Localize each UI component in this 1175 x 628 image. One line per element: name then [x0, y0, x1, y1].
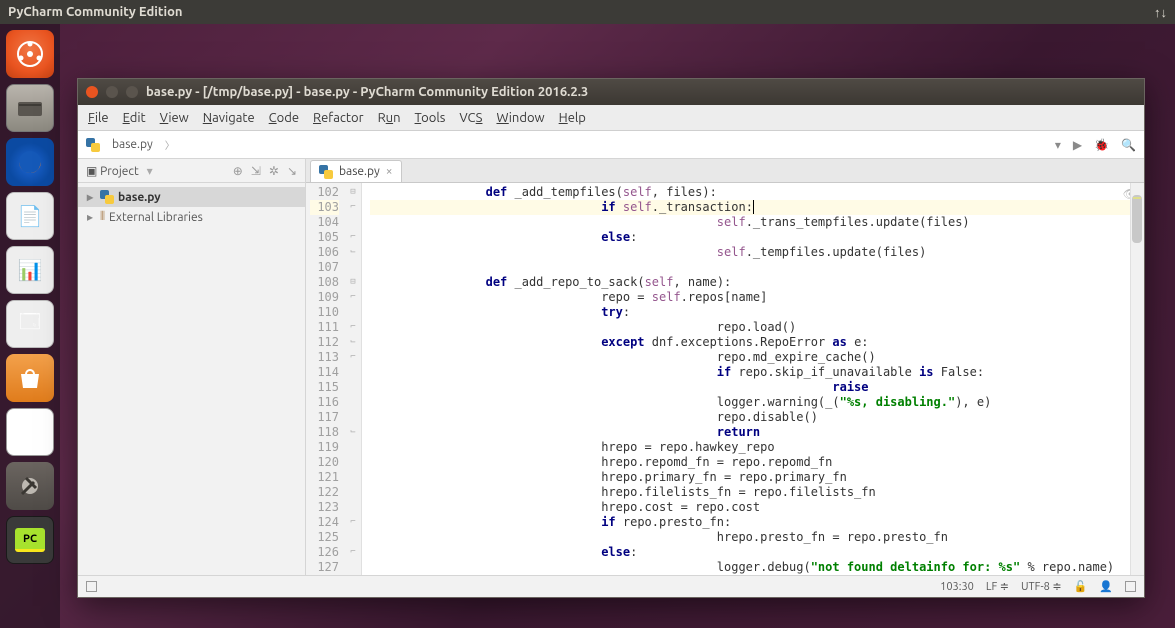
menu-code[interactable]: Code	[269, 111, 299, 125]
search-everywhere-icon[interactable]: 🔍	[1121, 138, 1136, 152]
launcher-firefox[interactable]	[6, 138, 54, 186]
launcher-files[interactable]	[6, 84, 54, 132]
launcher-dash[interactable]	[6, 30, 54, 78]
tree-node-external-libs[interactable]: ▸ ⫴ External Libraries	[78, 207, 305, 227]
project-tool-header: ▣ Project ▾ ⊕ ⇲ ✲ ↘	[78, 159, 305, 183]
debug-button-icon[interactable]: 🐞	[1094, 138, 1109, 152]
editor-tab-basepy[interactable]: base.py ×	[310, 160, 402, 182]
tab-label: base.py	[339, 165, 380, 178]
tree-label: External Libraries	[109, 211, 203, 224]
py-file-icon	[319, 165, 333, 179]
window-title: base.py - [/tmp/base.py] - base.py - PyC…	[146, 85, 588, 99]
code-editor[interactable]: 1021031041051061071081091101111121131141…	[306, 183, 1144, 575]
tree-node-basepy[interactable]: ▸ base.py	[78, 187, 305, 207]
code-content[interactable]: def _add_tempfiles(self, files): if self…	[362, 183, 1144, 575]
editor-tabs: base.py ×	[306, 159, 1144, 183]
scrollbar-thumb[interactable]	[1132, 195, 1142, 243]
window-titlebar[interactable]: base.py - [/tmp/base.py] - base.py - PyC…	[78, 79, 1144, 105]
tree-label: base.py	[118, 191, 161, 204]
nav-bar: base.py 〉 ▾ ▶ 🐞 🔍	[78, 131, 1144, 159]
breadcrumb-chevron-icon: 〉	[165, 137, 175, 152]
menu-refactor[interactable]: Refactor	[313, 111, 364, 125]
launcher-software[interactable]	[6, 354, 54, 402]
py-file-icon	[86, 138, 100, 152]
editor-vscrollbar[interactable]	[1130, 183, 1144, 575]
ide-body: ▣ Project ▾ ⊕ ⇲ ✲ ↘ ▸ base.py ▸ ⫴ Extern…	[78, 159, 1144, 575]
status-hector-icon[interactable]: 👤	[1099, 580, 1113, 593]
launcher-amazon[interactable]: a	[6, 408, 54, 456]
tool-window-quick-icon[interactable]	[86, 581, 97, 592]
system-top-bar: PyCharm Community Edition ↑↓	[0, 0, 1175, 24]
network-indicator-icon[interactable]: ↑↓	[1154, 5, 1167, 20]
editor-area: base.py × 102103104105106107108109110111…	[306, 159, 1144, 575]
launcher-impress[interactable]: 🗔	[6, 300, 54, 348]
run-button-icon[interactable]: ▶	[1073, 138, 1082, 152]
pycharm-window: base.py - [/tmp/base.py] - base.py - PyC…	[77, 78, 1145, 598]
window-max-icon[interactable]	[126, 86, 138, 98]
tree-toggle-icon[interactable]: ▸	[84, 210, 96, 224]
project-tool-window: ▣ Project ▾ ⊕ ⇲ ✲ ↘ ▸ base.py ▸ ⫴ Extern…	[78, 159, 306, 575]
library-icon: ⫴	[100, 210, 105, 224]
status-encoding[interactable]: UTF-8 ≑	[1021, 580, 1062, 593]
menu-vcs[interactable]: VCS	[459, 111, 482, 125]
menu-view[interactable]: View	[160, 111, 189, 125]
status-caret-position[interactable]: 103:30	[940, 581, 974, 593]
status-line-separator[interactable]: LF ≑	[986, 580, 1009, 593]
menu-help[interactable]: Help	[559, 111, 586, 125]
menu-edit[interactable]: Edit	[123, 111, 146, 125]
status-memory-icon[interactable]	[1125, 581, 1136, 592]
window-min-icon[interactable]	[106, 86, 118, 98]
status-readonly-icon[interactable]: 🔓	[1074, 580, 1088, 593]
run-config-dropdown[interactable]: ▾	[1055, 138, 1061, 152]
system-app-name: PyCharm Community Edition	[8, 5, 1154, 19]
menu-tools[interactable]: Tools	[415, 111, 446, 125]
error-stripe-mark[interactable]	[1133, 197, 1141, 199]
py-file-icon	[100, 190, 114, 204]
window-close-icon[interactable]	[86, 86, 98, 98]
autoscroll-icon[interactable]: ⊕	[233, 164, 243, 178]
tab-close-icon[interactable]: ×	[386, 165, 393, 178]
menu-navigate[interactable]: Navigate	[203, 111, 255, 125]
menu-run[interactable]: Run	[378, 111, 401, 125]
collapse-all-icon[interactable]: ⇲	[251, 164, 261, 178]
launcher-pycharm[interactable]: PC	[6, 516, 54, 564]
menu-file[interactable]: File	[88, 111, 109, 125]
launcher-settings[interactable]	[6, 462, 54, 510]
project-view-selector[interactable]: ▣ Project	[86, 164, 139, 178]
menu-bar: File Edit View Navigate Code Refactor Ru…	[78, 105, 1144, 131]
project-tree: ▸ base.py ▸ ⫴ External Libraries	[78, 183, 305, 231]
launcher-writer[interactable]: 📄	[6, 192, 54, 240]
unity-launcher: 📄 📊 🗔 a PC	[0, 24, 60, 628]
breadcrumb[interactable]: base.py	[106, 137, 159, 152]
settings-gear-icon[interactable]: ✲	[269, 164, 279, 178]
status-bar: 103:30 LF ≑ UTF-8 ≑ 🔓 👤	[78, 575, 1144, 597]
launcher-calc[interactable]: 📊	[6, 246, 54, 294]
fold-column[interactable]: ⊟⌐⌐⌙⊟⌐⌐⌙⌐⌙⌐⌐	[346, 185, 360, 575]
hide-tool-icon[interactable]: ↘	[287, 164, 297, 178]
tree-toggle-icon[interactable]: ▸	[84, 190, 96, 204]
menu-window[interactable]: Window	[496, 111, 544, 125]
